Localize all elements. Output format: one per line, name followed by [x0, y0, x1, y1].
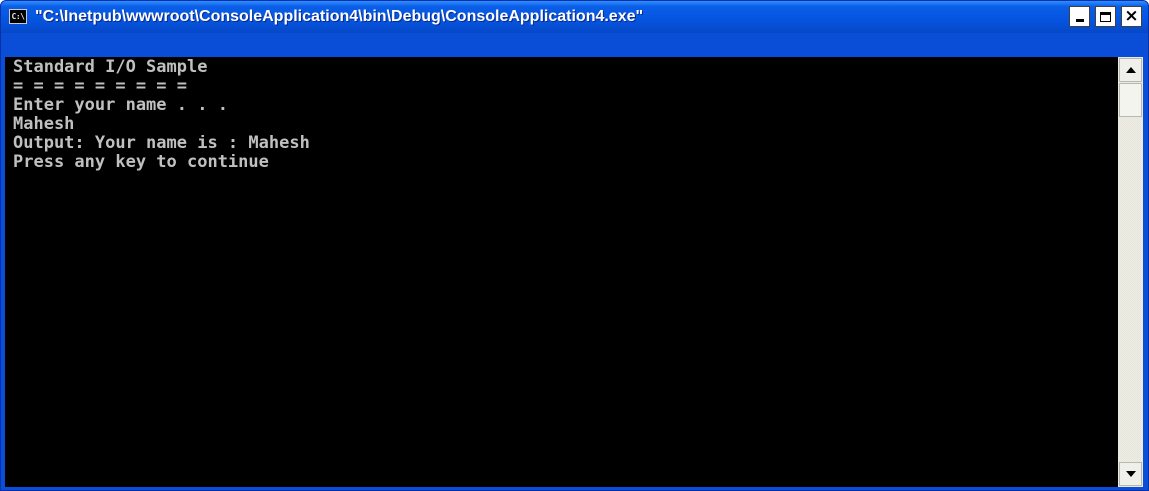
console-app-icon[interactable]: C:\ — [9, 9, 27, 24]
console-line: Standard I/O Sample — [13, 59, 208, 77]
arrow-up-icon — [1125, 67, 1136, 73]
close-icon: × — [1124, 6, 1139, 26]
minimize-button[interactable] — [1069, 6, 1090, 27]
console-line: Press any key to continue — [13, 154, 269, 172]
close-button[interactable]: × — [1121, 6, 1142, 27]
scroll-thumb[interactable] — [1119, 83, 1142, 117]
vertical-scrollbar[interactable] — [1118, 57, 1143, 487]
maximize-icon — [1100, 11, 1111, 22]
arrow-down-icon — [1125, 471, 1136, 477]
console-window: C:\ "C:\Inetpub\wwwroot\ConsoleApplicati… — [0, 0, 1149, 491]
maximize-button[interactable] — [1095, 6, 1116, 27]
console-line: = = = = = = = = = — [13, 78, 187, 96]
window-title: "C:\Inetpub\wwwroot\ConsoleApplication4\… — [35, 8, 644, 25]
console-output[interactable]: Standard I/O Sample = = = = = = = = = En… — [5, 57, 1118, 487]
title-bar[interactable]: C:\ "C:\Inetpub\wwwroot\ConsoleApplicati… — [1, 1, 1148, 33]
console-line: Mahesh — [13, 116, 75, 134]
console-line: Enter your name . . . — [13, 97, 228, 115]
scroll-down-button[interactable] — [1119, 462, 1142, 486]
console-line: Output: Your name is : Mahesh — [13, 135, 310, 153]
scroll-up-button[interactable] — [1119, 58, 1142, 82]
minimize-icon — [1075, 19, 1084, 22]
